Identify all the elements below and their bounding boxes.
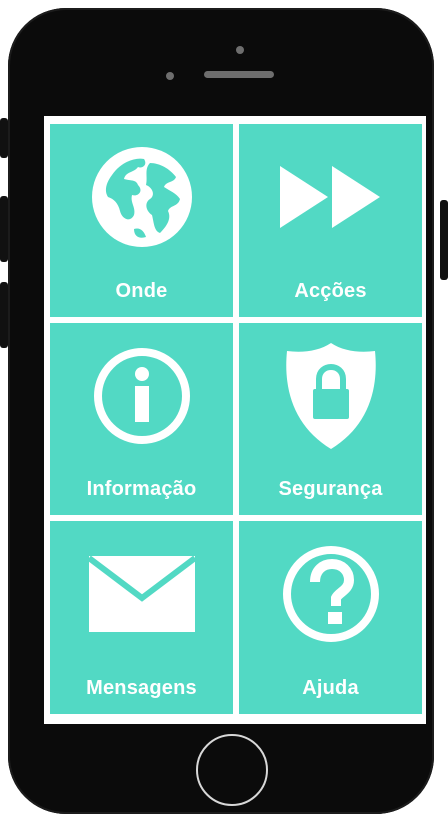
home-button[interactable] [196,734,268,806]
volume-up-button[interactable] [0,196,8,262]
earpiece-speaker [204,71,274,78]
menu-tile-label: Informação [86,478,197,501]
menu-tile-label: Ajuda [302,677,359,699]
menu-tile-informacao[interactable]: Informação [50,322,233,516]
menu-tile-label: Segurança [278,478,383,501]
menu-tile-accoes[interactable]: Acções [239,124,422,317]
menu-tile-ajuda[interactable]: Ajuda [239,521,422,714]
mute-switch[interactable] [0,118,8,158]
info-icon [87,341,197,451]
globe-icon [87,142,197,252]
menu-tile-label: Acções [294,279,367,302]
envelope-icon [87,539,197,649]
menu-tile-seguranca[interactable]: Segurança [239,322,422,516]
menu-grid: Onde Acções Informação Segurança Mensage… [50,124,422,714]
menu-tile-label: Onde [115,279,168,302]
shield-lock-icon [276,341,386,451]
menu-tile-mensagens[interactable]: Mensagens [50,521,233,714]
phone-frame: Onde Acções Informação Segurança Mensage… [8,8,434,814]
menu-tile-onde[interactable]: Onde [50,124,233,317]
help-icon [276,539,386,649]
menu-tile-label: Mensagens [86,677,197,699]
power-button[interactable] [440,200,448,280]
fast-forward-icon [276,142,386,252]
proximity-sensor [166,72,174,80]
volume-down-button[interactable] [0,282,8,348]
front-camera [236,46,244,54]
phone-screen: Onde Acções Informação Segurança Mensage… [44,116,426,724]
